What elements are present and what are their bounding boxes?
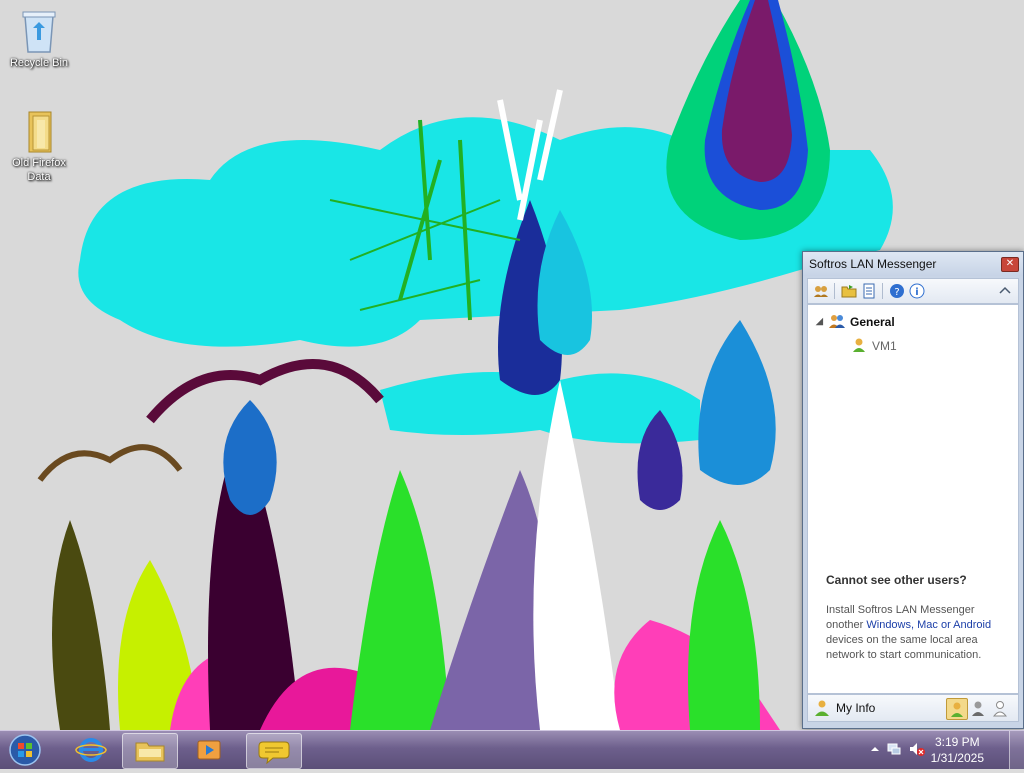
recycle-bin-icon	[22, 11, 56, 53]
svg-text:i: i	[915, 287, 918, 298]
contact-list: ◢ General VM1 Cannot see other users? In…	[807, 304, 1019, 694]
status-offline-button[interactable]	[990, 698, 1010, 718]
media-player-icon	[197, 740, 221, 760]
expand-arrow-icon[interactable]: ◢	[816, 316, 823, 327]
taskbar-windows-explorer[interactable]	[122, 733, 178, 769]
user-online-icon	[853, 338, 865, 352]
taskbar-lan-messenger[interactable]	[246, 733, 302, 769]
toolbar-separator	[882, 283, 883, 299]
help-icon[interactable]: ?	[888, 282, 906, 300]
old-firefox-data-label: Old Firefox Data	[12, 157, 66, 183]
system-clock[interactable]: 3:19 PM 1/31/2025	[931, 734, 984, 766]
toolbar-separator	[834, 283, 835, 299]
contact-name: VM1	[872, 339, 897, 353]
open-folder-icon[interactable]	[840, 282, 858, 300]
lan-messenger-icon	[258, 741, 290, 765]
status-away-icon	[972, 701, 984, 716]
status-away-button[interactable]	[968, 698, 988, 718]
taskbar: 3:19 PM 1/31/2025	[0, 730, 1024, 769]
status-available-button[interactable]	[946, 698, 968, 720]
taskbar-internet-explorer[interactable]	[64, 733, 118, 767]
my-info-label: My Info	[836, 701, 876, 715]
status-bar: My Info	[807, 694, 1019, 722]
my-info-icon	[815, 700, 829, 716]
history-book-icon[interactable]	[860, 282, 878, 300]
window-titlebar[interactable]: Softros LAN Messenger ✕	[803, 252, 1023, 276]
help-text-after: devices on the same local area network t…	[826, 634, 982, 661]
clock-time: 3:19 PM	[934, 735, 980, 749]
users-options-icon[interactable]	[812, 282, 830, 300]
help-text: Install Softros LAN Messenger onother Wi…	[826, 603, 1006, 663]
start-button-icon[interactable]	[7, 733, 43, 767]
svg-text:?: ?	[894, 287, 899, 298]
network-icon[interactable]	[886, 741, 902, 757]
folder-icon	[28, 111, 52, 153]
status-available-icon	[951, 702, 963, 717]
show-hidden-icons-arrow[interactable]	[870, 744, 880, 754]
clock-date: 1/31/2025	[930, 751, 984, 765]
system-tray: 3:19 PM 1/31/2025	[864, 731, 1024, 769]
group-users-icon	[829, 315, 845, 328]
internet-explorer-icon	[75, 738, 107, 762]
show-desktop-button[interactable]	[1009, 731, 1024, 769]
recycle-bin-label: Recycle Bin	[9, 57, 69, 69]
help-title: Cannot see other users?	[826, 573, 967, 587]
old-firefox-data-desktop-icon[interactable]: Old Firefox Data	[4, 108, 74, 184]
messenger-toolbar: ? i	[807, 278, 1019, 304]
lan-messenger-window: Softros LAN Messenger ✕ ? i ◢ General VM…	[802, 251, 1024, 729]
windows-explorer-icon	[135, 742, 165, 762]
taskbar-media-player[interactable]	[182, 733, 236, 767]
status-offline-icon	[992, 701, 1008, 717]
recycle-bin-desktop-icon[interactable]: Recycle Bin	[4, 6, 74, 70]
window-title: Softros LAN Messenger	[809, 257, 937, 271]
volume-muted-icon[interactable]	[908, 741, 926, 757]
info-icon[interactable]: i	[908, 282, 926, 300]
close-button[interactable]: ✕	[1001, 257, 1019, 272]
collapse-chevron-icon[interactable]	[996, 282, 1014, 300]
group-label: General	[850, 315, 895, 329]
platforms-link[interactable]: Windows, Mac or Android	[866, 619, 991, 631]
